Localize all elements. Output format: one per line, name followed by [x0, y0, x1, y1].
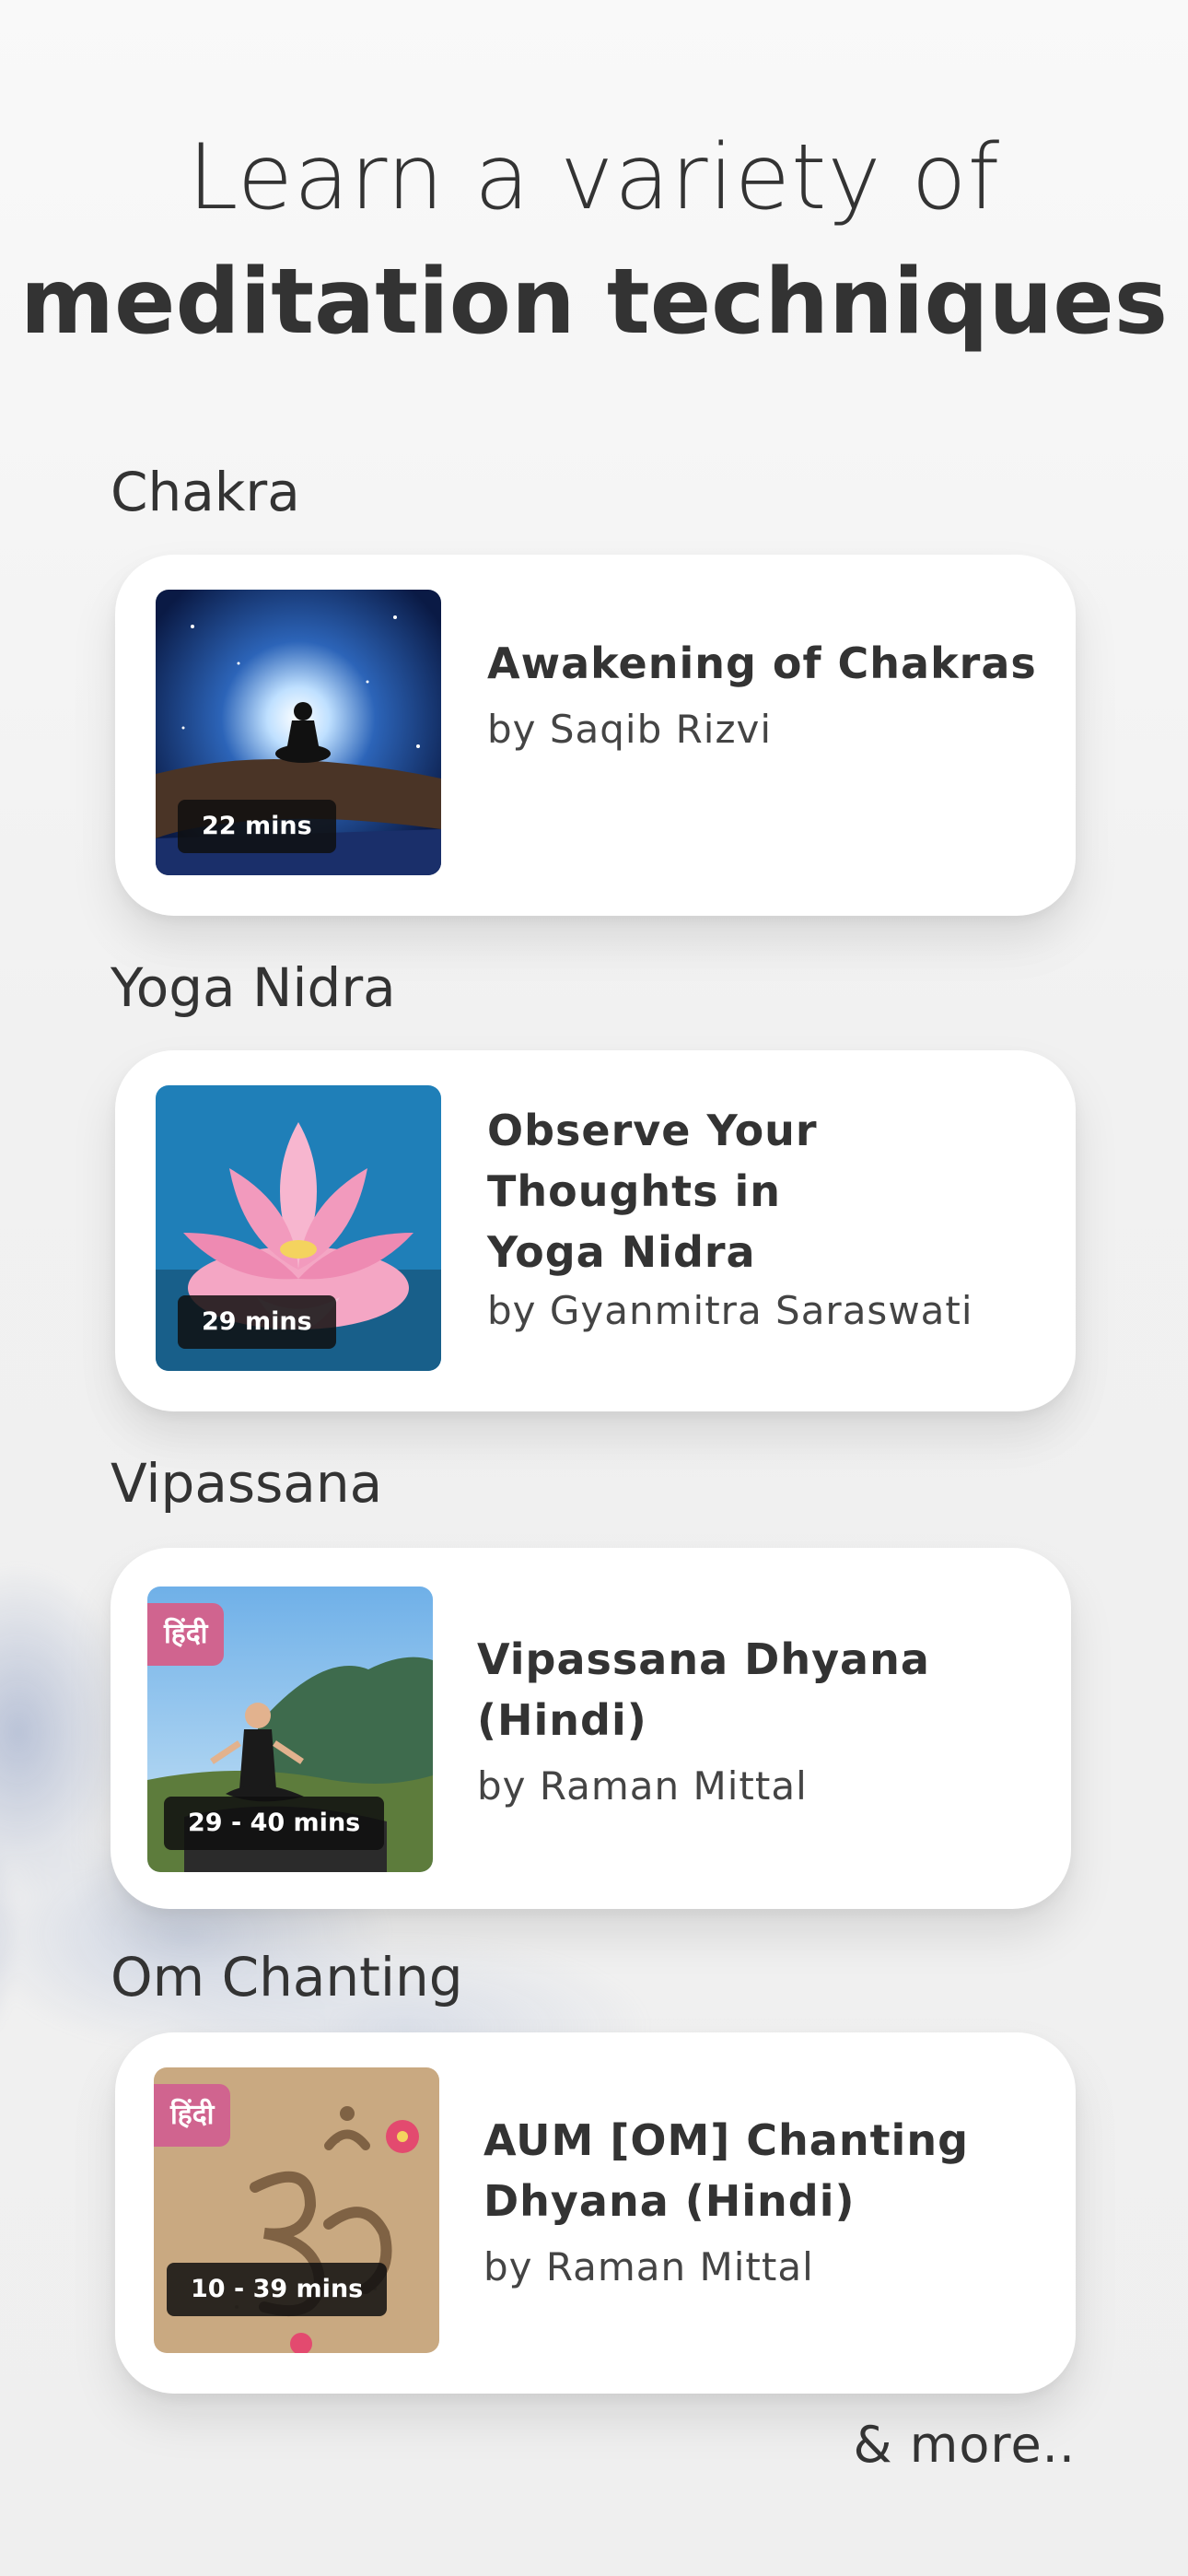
section-title-chakra: Chakra	[111, 461, 300, 523]
duration-badge: 10 - 39 mins	[167, 2263, 388, 2316]
session-title: Vipassana Dhyana (Hindi)	[477, 1634, 930, 1745]
duration-badge: 29 - 40 mins	[164, 1797, 385, 1850]
section-title-om-chanting: Om Chanting	[111, 1946, 463, 2008]
headline-line-2: meditation techniques	[19, 250, 1169, 355]
session-thumbnail: 22 mins	[156, 590, 441, 875]
session-card-chakra[interactable]: 22 mins Awakening of Chakras by Saqib Ri…	[115, 555, 1076, 916]
section-title-yoga-nidra: Yoga Nidra	[111, 956, 396, 1019]
headline: Learn a variety of meditation techniques	[0, 118, 1188, 367]
duration-badge: 22 mins	[178, 800, 336, 853]
session-info: Vipassana Dhyana (Hindi) by Raman Mittal	[477, 1629, 1034, 1809]
hindi-language-badge: हिंदी	[154, 2084, 231, 2147]
session-title: Observe Your Thoughts in Yoga Nidra	[487, 1106, 818, 1277]
session-author: by Raman Mittal	[477, 1763, 808, 1809]
session-thumbnail: 29 mins	[156, 1085, 441, 1371]
session-card-om-chanting[interactable]: हिंदी 10 - 39 mins AUM [OM] Chanting Dhy…	[115, 2032, 1076, 2394]
session-thumbnail: हिंदी 29 - 40 mins	[147, 1587, 433, 1872]
hindi-language-badge: हिंदी	[147, 1603, 225, 1666]
duration-badge: 29 mins	[178, 1295, 336, 1349]
more-techniques-label: & more..	[853, 2416, 1076, 2474]
session-card-vipassana[interactable]: हिंदी 29 - 40 mins Vipassana Dhyana (Hin…	[111, 1548, 1071, 1909]
session-info: Observe Your Thoughts in Yoga Nidra by G…	[487, 1100, 1039, 1333]
session-thumbnail: हिंदी 10 - 39 mins	[154, 2067, 439, 2353]
session-info: Awakening of Chakras by Saqib Rizvi	[487, 633, 1039, 752]
session-info: AUM [OM] Chanting Dhyana (Hindi) by Rama…	[483, 2110, 1039, 2289]
session-card-yoga-nidra[interactable]: 29 mins Observe Your Thoughts in Yoga Ni…	[115, 1050, 1076, 1411]
session-author: by Gyanmitra Saraswati	[487, 1288, 973, 1333]
session-title: AUM [OM] Chanting Dhyana (Hindi)	[483, 2115, 969, 2226]
headline-line-1: Learn a variety of	[187, 125, 1001, 230]
section-title-vipassana: Vipassana	[111, 1452, 383, 1515]
screen: Learn a variety of meditation techniques…	[0, 0, 1188, 2576]
session-author: by Saqib Rizvi	[487, 707, 773, 752]
session-author: by Raman Mittal	[483, 2244, 814, 2289]
session-title: Awakening of Chakras	[487, 638, 1037, 688]
